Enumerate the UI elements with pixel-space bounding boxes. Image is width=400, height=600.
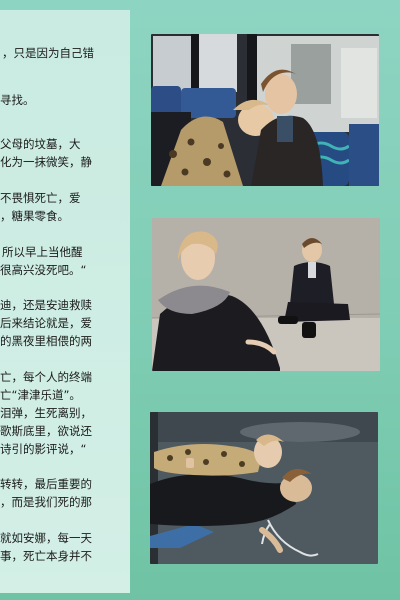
bus-scene-photo	[151, 34, 379, 186]
article-line: 不畏惧死亡，爱	[0, 191, 81, 205]
article-line: 诗引的影评说，“	[0, 442, 87, 456]
article-line: 父母的坟墓，大	[0, 137, 81, 151]
article-line: 转转，最后重要的	[0, 477, 92, 491]
article-line: 歌斯底里，欲说还	[0, 424, 92, 438]
article-line: ，糖果零食。	[0, 209, 69, 223]
article-line: 事，死亡本身并不	[0, 549, 92, 563]
article-line: 后来结论就是，爱	[0, 316, 92, 330]
article-line: 化为一抹微笑，静	[0, 155, 92, 169]
street-scene-photo	[150, 412, 378, 564]
article-line: 所以早上当他醒	[2, 245, 83, 259]
article-line: 就如安娜，每一天	[0, 531, 92, 545]
article-line: 的黑夜里相偎的两	[0, 334, 92, 348]
article-line: ，只是因为自己错	[2, 46, 94, 60]
article-line: ，而是我们死的那	[0, 495, 92, 509]
article-line: 寻找。	[0, 93, 35, 107]
article-line: 很高兴没死吧。“	[0, 263, 87, 277]
article-line: 亡“津津乐道”。	[0, 388, 81, 402]
wall-scene-photo	[152, 218, 380, 371]
article-line: 亡，每个人的终端	[0, 370, 92, 384]
article-text-panel: ，只是因为自己错 寻找。 父母的坟墓，大 化为一抹微笑，静 不畏惧死亡，爱 ，糖…	[0, 10, 130, 593]
article-line: 泪弹，生死离别，	[0, 406, 92, 420]
article-line: 迪，还是安迪救赎	[0, 298, 92, 312]
